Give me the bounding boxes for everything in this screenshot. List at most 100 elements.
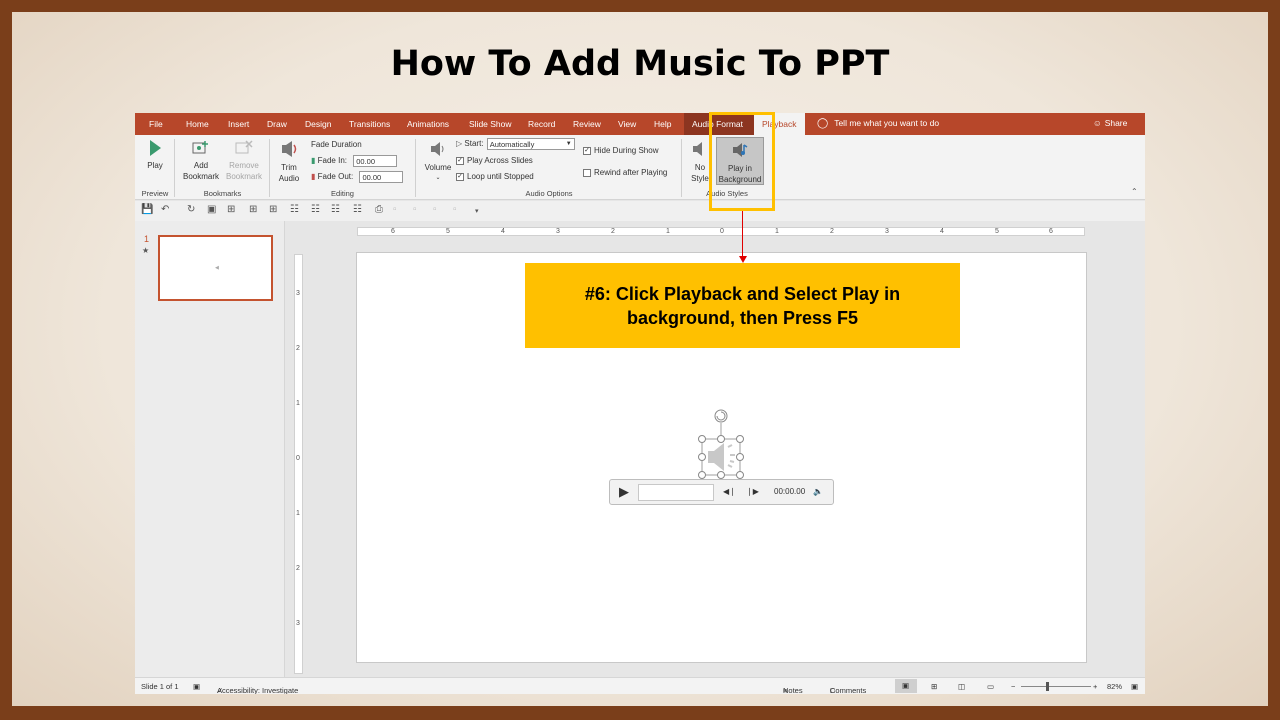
align-icon[interactable]: ☷ [311, 204, 320, 215]
tab-insert[interactable]: Insert [228, 119, 249, 129]
tab-record[interactable]: Record [528, 119, 555, 129]
fade-out-label: Fade Out: [317, 172, 354, 182]
empty-checkbox-icon [583, 168, 591, 177]
tab-transitions[interactable]: Transitions [349, 119, 390, 129]
slide-count: Slide 1 of 1 [141, 682, 179, 691]
comments-label: Comments [830, 686, 867, 694]
step-back-icon[interactable]: ◀❘ [723, 487, 736, 496]
share-label: Share [1104, 118, 1128, 128]
add-bookmark-button[interactable]: Add Bookmark [180, 139, 222, 182]
start-value: Automatically [489, 140, 535, 149]
undo-icon[interactable]: ↶ [161, 204, 169, 215]
tab-help[interactable]: Help [654, 119, 671, 129]
zoom-out-button[interactable]: − [1011, 682, 1015, 691]
tab-slide-show[interactable]: Slide Show [469, 119, 512, 129]
tab-review[interactable]: Review [573, 119, 601, 129]
ruler-label: 1 [296, 510, 300, 517]
ruler-label: 3 [296, 620, 300, 627]
start-icon: ▷ [456, 139, 463, 149]
align-icon[interactable]: ☷ [331, 204, 340, 215]
rewind-after-playing-checkbox[interactable]: Rewind after Playing [583, 168, 667, 177]
share-button[interactable]: ☺ Share [1093, 118, 1127, 128]
tab-view[interactable]: View [618, 119, 636, 129]
tab-draw[interactable]: Draw [267, 119, 287, 129]
ruler-label: 1 [775, 228, 779, 235]
align-icon[interactable]: ☷ [290, 204, 299, 215]
toolbar-tool-icon[interactable]: ⊞ [249, 204, 257, 215]
slide-thumbnail-panel: 1 ★ ◀ [135, 221, 285, 677]
toolbar-tool-icon[interactable]: ⊞ [227, 204, 235, 215]
start-dropdown[interactable]: Automatically ▼ [486, 138, 575, 150]
fade-out-field[interactable]: 00.00 [359, 171, 404, 183]
customize-toolbar-icon[interactable]: ▾ [475, 207, 479, 215]
start-from-beginning-icon[interactable]: ▣ [207, 204, 216, 215]
remove-bookmark-icon [235, 140, 253, 154]
play-across-slides-checkbox[interactable]: ✓ Play Across Slides [456, 156, 533, 165]
audio-player: ▶ ◀❘ ❘▶ 00:00.00 🔈 [609, 479, 834, 505]
notes-label: Notes [783, 686, 803, 694]
ruler-label: 0 [296, 455, 300, 462]
hide-during-show-checkbox[interactable]: ✓ Hide During Show [583, 146, 658, 155]
player-volume-icon[interactable]: 🔈 [813, 487, 823, 496]
slide-number: 1 [144, 234, 150, 244]
fade-in-control: ▮ Fade In: 00.00 [311, 155, 398, 167]
instruction-callout: #6: Click Playback and Select Play in ba… [525, 263, 960, 348]
fade-out-icon: ▮ [311, 172, 316, 182]
slide-sorter-icon[interactable]: ⊞ [931, 682, 937, 691]
loop-until-stopped-checkbox[interactable]: ✓ Loop until Stopped [456, 172, 534, 181]
loop-label: Loop until Stopped [467, 172, 534, 181]
save-icon[interactable]: 💾 [141, 204, 153, 215]
toolbar-tool-icon[interactable]: ⊞ [269, 204, 277, 215]
ruler-label: 2 [296, 345, 300, 352]
play-button[interactable]: Play [143, 139, 167, 171]
reading-view-icon[interactable]: ◫ [958, 682, 965, 691]
trim-label: Trim [281, 163, 297, 172]
group-label-audio-options: Audio Options [525, 189, 573, 198]
ruler-label: 3 [556, 228, 560, 235]
group-label-preview: Preview [141, 189, 169, 198]
spelling-icon[interactable]: ▣ [193, 682, 200, 691]
zoom-level[interactable]: 82% [1107, 682, 1122, 691]
shape-icon[interactable]: ▫ [453, 204, 457, 215]
trim-label-2: Audio [278, 174, 300, 183]
ribbon-playback: Play Preview Add Bookmark Remove Bookmar… [135, 135, 1145, 200]
zoom-in-button[interactable]: + [1093, 682, 1097, 691]
tab-file[interactable]: File [149, 119, 163, 129]
redo-icon[interactable]: ↻ [187, 204, 195, 215]
player-progress-track[interactable] [638, 484, 714, 501]
tell-me-search[interactable]: ◯ Tell me what you want to do [817, 118, 939, 129]
fade-in-field[interactable]: 00.00 [353, 155, 398, 167]
normal-view-button[interactable]: ▣ [895, 679, 917, 693]
fade-duration-label: Fade Duration [311, 140, 362, 149]
annotation-arrowhead [739, 256, 747, 263]
ruler-label: 1 [296, 400, 300, 407]
remove-bookmark-button[interactable]: Remove Bookmark [223, 139, 265, 182]
step-forward-icon[interactable]: ❘▶ [746, 487, 759, 496]
slide-thumbnail[interactable]: ◀ [158, 235, 273, 301]
add-bookmark-label-2: Bookmark [182, 172, 219, 181]
rewind-label: Rewind after Playing [594, 168, 668, 177]
ruler-label: 6 [391, 228, 395, 235]
audio-icon-selected[interactable] [698, 409, 744, 479]
group-icon[interactable]: ▫ [393, 204, 397, 215]
regroup-icon[interactable]: ▫ [433, 204, 437, 215]
align-icon[interactable]: ☷ [353, 204, 362, 215]
volume-button[interactable]: Volume ⌄ [421, 139, 455, 184]
tab-design[interactable]: Design [305, 119, 331, 129]
accessibility-label: Accessibility: Investigate [217, 686, 299, 694]
fade-in-label: Fade In: [317, 156, 347, 166]
collapse-ribbon-icon[interactable]: ⌃ [1131, 187, 1138, 196]
player-play-icon[interactable]: ▶ [619, 484, 629, 500]
trim-audio-button[interactable]: Trim Audio [275, 139, 303, 184]
zoom-slider[interactable] [1021, 686, 1091, 687]
fit-slide-icon[interactable]: ▣ [1131, 682, 1138, 691]
tab-home[interactable]: Home [186, 119, 209, 129]
ruler-label: 5 [446, 228, 450, 235]
tab-animations[interactable]: Animations [407, 119, 449, 129]
ruler-label: 2 [611, 228, 615, 235]
hide-during-show-label: Hide During Show [594, 146, 659, 155]
print-icon[interactable]: ⎙ [375, 204, 383, 215]
zoom-slider-thumb[interactable] [1046, 682, 1049, 691]
slide-show-icon[interactable]: ▭ [987, 682, 994, 691]
ungroup-icon[interactable]: ▫ [413, 204, 417, 215]
